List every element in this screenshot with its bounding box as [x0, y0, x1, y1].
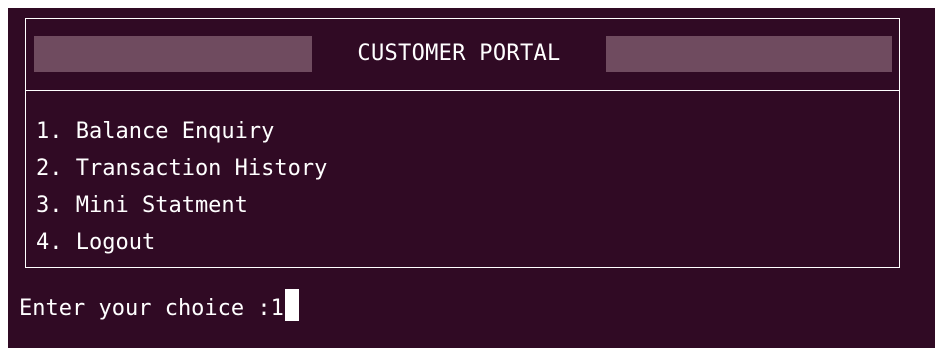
menu-item-balance-enquiry: 1. Balance Enquiry: [36, 119, 275, 144]
choice-prompt-label: Enter your choice :: [19, 296, 271, 321]
menu-item-logout: 4. Logout: [36, 230, 156, 255]
portal-header: CUSTOMER PORTAL: [26, 19, 899, 91]
menu-item-transaction-history: 2. Transaction History: [36, 156, 328, 181]
portal-title: CUSTOMER PORTAL: [357, 41, 561, 66]
customer-portal-box: CUSTOMER PORTAL 1. Balance Enquiry 2. Tr…: [25, 18, 900, 268]
choice-prompt-line[interactable]: Enter your choice :1: [19, 289, 299, 327]
text-cursor: [284, 289, 299, 321]
header-bar-right: [606, 36, 892, 72]
header-bar-left: [34, 36, 312, 72]
menu-item-mini-statement: 3. Mini Statment: [36, 193, 248, 218]
choice-input-value[interactable]: 1: [271, 296, 284, 321]
portal-menu: 1. Balance Enquiry 2. Transaction Histor…: [36, 113, 327, 261]
terminal-window[interactable]: CUSTOMER PORTAL 1. Balance Enquiry 2. Tr…: [8, 8, 935, 348]
